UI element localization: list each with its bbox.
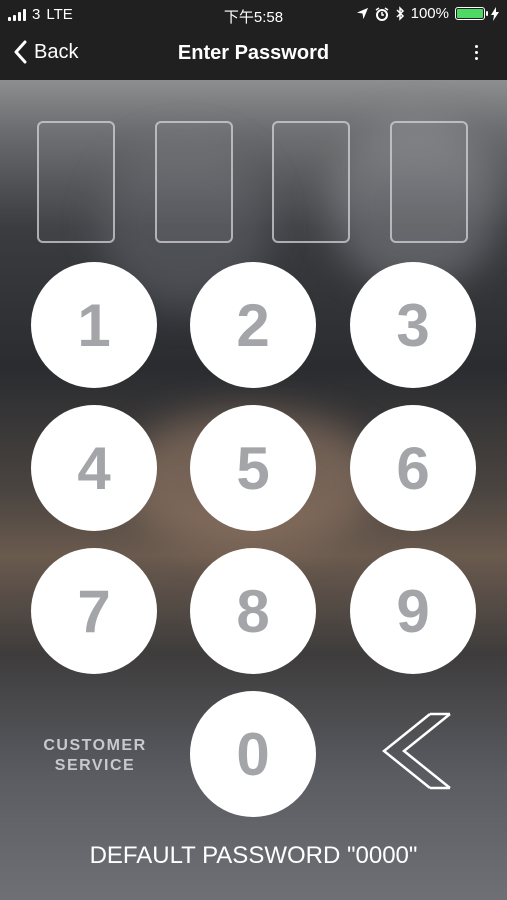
keypad-key-5[interactable]: 5 — [190, 405, 316, 531]
keypad-key-8[interactable]: 8 — [190, 548, 316, 674]
charging-icon — [491, 6, 499, 21]
keypad-key-2[interactable]: 2 — [190, 262, 316, 388]
keypad-key-6[interactable]: 6 — [350, 405, 476, 531]
default-password-note: DEFAULT PASSWORD "0000" — [89, 842, 418, 869]
double-chevron-left-icon — [382, 712, 451, 790]
page-title: Enter Password — [177, 42, 330, 64]
pin-entry — [37, 121, 471, 245]
battery-icon — [455, 7, 488, 20]
nav-bar: Back Enter Password — [0, 28, 507, 80]
customer-service-line2: SERVICE — [54, 757, 136, 774]
battery-percent: 100% — [410, 5, 449, 22]
pin-digit-3 — [272, 121, 350, 243]
more-vertical-icon[interactable] — [471, 40, 481, 64]
status-right: 100% — [356, 5, 499, 22]
alarm-icon — [375, 6, 389, 21]
keypad-key-9[interactable]: 9 — [350, 548, 476, 674]
customer-service-button[interactable]: CUSTOMER SERVICE — [34, 736, 156, 776]
pin-digit-1 — [37, 121, 115, 243]
keypad-key-4[interactable]: 4 — [31, 405, 157, 531]
keypad-key-7[interactable]: 7 — [31, 548, 157, 674]
password-panel: 1 2 3 4 5 6 7 8 9 0 CUSTOMER SERVICE DEF… — [0, 80, 507, 900]
keypad-key-0[interactable]: 0 — [190, 691, 316, 817]
keypad-key-1[interactable]: 1 — [31, 262, 157, 388]
status-bar: 3 LTE 下午5:58 100% — [0, 0, 507, 28]
location-arrow-icon — [356, 7, 368, 20]
customer-service-line1: CUSTOMER — [43, 737, 147, 754]
pin-digit-2 — [155, 121, 233, 243]
pin-digit-4 — [390, 121, 468, 243]
bluetooth-icon — [396, 6, 404, 21]
keypad-key-3[interactable]: 3 — [350, 262, 476, 388]
delete-button[interactable] — [378, 710, 458, 792]
